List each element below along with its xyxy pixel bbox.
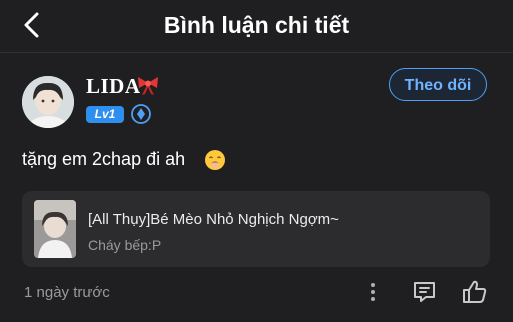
avatar[interactable] <box>22 76 74 128</box>
smiling-face-icon <box>205 150 225 170</box>
more-vertical-icon[interactable] <box>365 281 381 303</box>
top-bar: Bình luận chi tiết <box>0 0 513 52</box>
level-badge: Lv1 <box>86 106 124 123</box>
comment-text: tặng em 2chap đi ah <box>22 149 186 169</box>
story-cover-image <box>34 200 76 258</box>
username[interactable]: LIDA <box>86 74 141 99</box>
comment-timestamp: 1 ngày trước <box>24 284 110 301</box>
diamond-badge-icon <box>131 104 151 124</box>
linked-story-card[interactable]: [All Thụy]Bé Mèo Nhỏ Nghịch Ngợm~ Cháy b… <box>22 191 490 267</box>
story-subtitle: Cháy bếp:P <box>88 237 162 253</box>
follow-button[interactable]: Theo dõi <box>389 68 487 101</box>
thumbs-up-icon[interactable] <box>462 279 488 304</box>
ribbon-bow-icon <box>138 77 158 95</box>
reply-comment-icon[interactable] <box>412 280 437 304</box>
header-divider <box>0 52 513 53</box>
story-title: [All Thụy]Bé Mèo Nhỏ Nghịch Ngợm~ <box>88 211 339 228</box>
page-title: Bình luận chi tiết <box>163 12 350 38</box>
